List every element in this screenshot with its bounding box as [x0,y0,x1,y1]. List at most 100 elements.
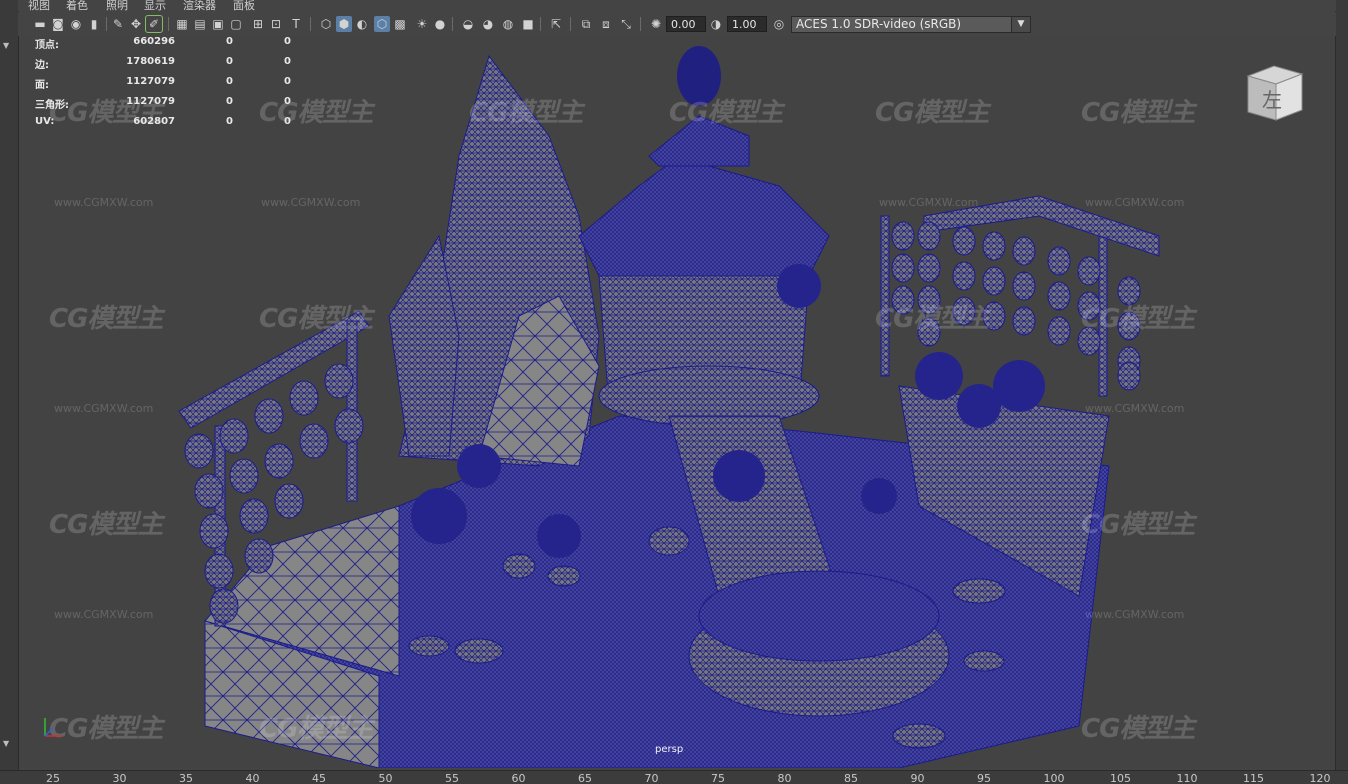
lantern-mesh [324,363,354,399]
camera-name-label: persp [655,744,684,755]
hud-value: 0 [226,36,233,47]
collapse-arrow-icon[interactable]: ▼ [3,740,11,748]
grease-pencil-tool-icon[interactable]: ✐ [145,15,163,33]
menu-lighting[interactable]: 照明 [106,0,128,11]
lantern-mesh [891,253,915,283]
poly-count-hud: 顶点: 660296 0 0 边: 1780619 0 0 面: 1127079… [35,36,305,136]
lantern-mesh [952,226,976,256]
camera-icon[interactable]: ▬ [32,16,48,32]
xray-active-icon[interactable]: ⧈ [598,16,614,32]
textured-icon[interactable]: ◐ [354,16,370,32]
hud-value: 0 [284,116,291,127]
hud-value: 1780619 [126,56,175,67]
lantern-mesh [199,513,229,549]
lantern-mesh [194,473,224,509]
watermark-logo: CG模型主 [49,714,163,744]
motion-blur-icon[interactable]: ◕ [480,16,496,32]
frame-tick-label: 95 [977,772,991,784]
hud-value: 1127079 [126,96,175,107]
hud-value: 1127079 [126,76,175,87]
frame-tick-label: 90 [910,772,925,784]
xray-joints-icon[interactable]: ⧉ [578,16,594,32]
view-transform-value: ACES 1.0 SDR-video (sRGB) [796,17,962,31]
gamma-field[interactable]: 1.00 [727,16,767,32]
watermark-url: www.CGMXW.com [54,402,154,415]
menu-shading[interactable]: 着色 [66,0,88,11]
shadows-icon[interactable]: ● [432,16,448,32]
frame-tick-label: 105 [1110,772,1131,784]
gate-mask-icon[interactable]: ▢ [228,16,244,32]
wireframe-on-shaded-icon[interactable]: ⬡ [374,16,390,32]
lantern-mesh [891,221,915,251]
panel-menu-bar: 视图 着色 照明 显示 渲染器 面板 [18,0,1336,11]
watermark-url: www.CGMXW.com [1085,196,1185,209]
grease-pencil-icon[interactable]: ✎ [110,16,126,32]
safe-action-icon[interactable]: ⊡ [268,16,284,32]
view-cube-icon[interactable]: 左 [1244,62,1306,124]
watermark-logo: CG模型主 [875,98,989,128]
lantern-mesh [239,498,269,534]
lantern-mesh [1117,361,1141,391]
image-plane-icon[interactable]: ▮ [86,16,102,32]
frame-tick-label: 80 [777,772,792,784]
left-dock-strip[interactable]: ▼ ▼ [0,0,19,770]
view-transform-dropdown[interactable]: ACES 1.0 SDR-video (sRGB) ▼ [791,16,1031,33]
hud-label: 边: [35,60,49,71]
wireframe-icon[interactable]: ⬡ [318,16,334,32]
hud-value: 0 [226,76,233,87]
safe-title-icon[interactable]: T [288,16,304,32]
2d-pan-icon[interactable]: ✥ [128,16,144,32]
xray-icon[interactable]: ▩ [392,16,408,32]
grid-icon[interactable]: ▦ [174,16,190,32]
frame-tick-label: 115 [1243,772,1264,784]
menu-show[interactable]: 显示 [144,0,166,11]
depth-of-field-icon[interactable]: ■ [520,16,536,32]
lantern-mesh [209,588,239,624]
smooth-shade-icon[interactable]: ⬢ [336,16,352,32]
exposure-icon[interactable]: ✺ [648,16,664,32]
view-cube-label: 左 [1262,88,1282,112]
gamma-icon[interactable]: ◑ [708,16,724,32]
hud-label: UV: [35,116,55,127]
collapse-arrow-icon[interactable]: ▼ [3,42,11,50]
lantern-mesh [917,221,941,251]
bookmark-icon[interactable]: ◉ [68,16,84,32]
lantern-mesh [229,458,259,494]
hud-row-faces: 面: 1127079 0 0 [35,76,305,96]
isolate-select-icon[interactable]: ⇱ [548,16,564,32]
color-management-icon[interactable]: ◎ [771,16,787,32]
menu-view[interactable]: 视图 [28,0,50,11]
watermark-logo: CG模型主 [49,304,163,334]
3d-viewport[interactable]: CG模型主 CG模型主 CG模型主 CG模型主 CG模型主 CG模型主 www.… [19,36,1335,768]
lights-icon[interactable]: ☀ [414,16,430,32]
exposure-field[interactable]: 0.00 [666,16,706,32]
lantern-mesh [952,261,976,291]
camera-attributes-icon[interactable]: ◙ [50,16,66,32]
hud-row-edges: 边: 1780619 0 0 [35,56,305,76]
hud-value: 0 [226,96,233,107]
watermark-logo: CG模型主 [1081,510,1195,540]
backface-culling-icon[interactable]: ⤡ [618,16,634,32]
time-slider[interactable]: 25 30 35 40 45 50 55 60 65 70 75 80 85 90 95 100 105 110 1… [0,770,1348,784]
frame-tick-label: 75 [711,772,725,784]
watermark-logo: CG模型主 [259,714,373,744]
menu-panels[interactable]: 面板 [233,0,255,11]
lantern-mesh [299,423,329,459]
watermark-url: www.CGMXW.com [879,196,979,209]
screen-space-ao-icon[interactable]: ◒ [460,16,476,32]
hud-value: 0 [284,76,291,87]
lantern-mesh [184,433,214,469]
anti-alias-icon[interactable]: ◍ [500,16,516,32]
menu-renderer[interactable]: 渲染器 [183,0,216,11]
resolution-gate-icon[interactable]: ▣ [210,16,226,32]
frame-tick-label: 70 [644,772,659,784]
lantern-mesh [982,266,1006,296]
chevron-down-icon[interactable]: ▼ [1011,17,1030,32]
right-dock-strip[interactable] [1335,0,1348,770]
view-cube[interactable]: 左 [1244,62,1306,124]
watermark-logo: CG模型主 [49,510,163,540]
field-chart-icon[interactable]: ⊞ [250,16,266,32]
hud-row-vertices: 顶点: 660296 0 0 [35,36,305,56]
film-gate-icon[interactable]: ▤ [192,16,208,32]
watermark-logo: CG模型主 [469,98,583,128]
